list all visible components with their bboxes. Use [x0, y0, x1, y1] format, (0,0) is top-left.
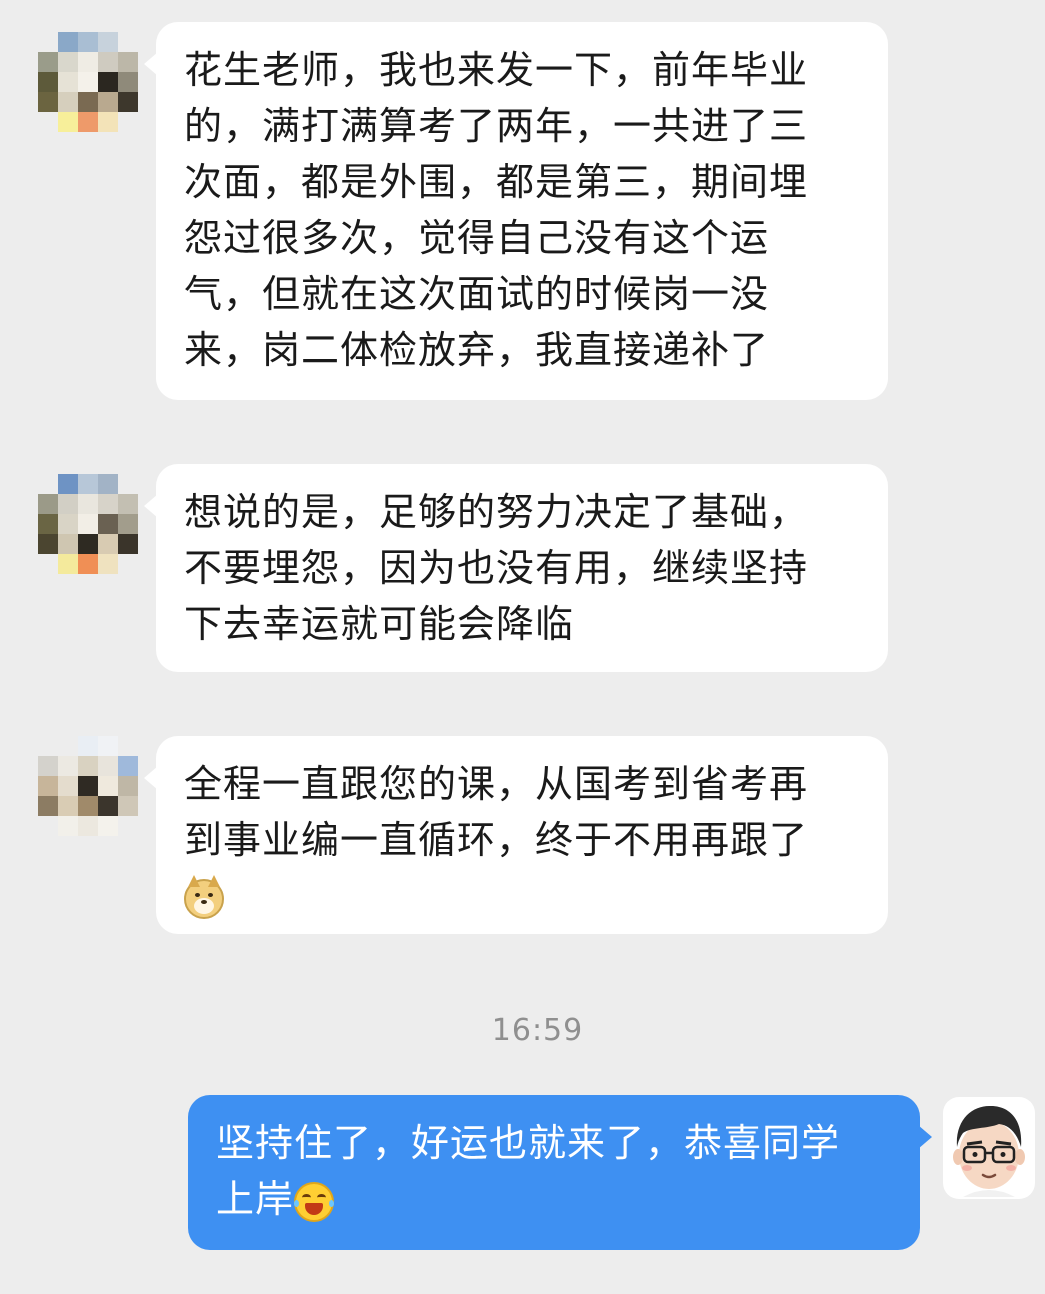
reply-bubble[interactable]: 坚持住了，好运也就来了，恭喜同学 上岸 [188, 1095, 932, 1250]
message-text-line: 的，满打满算考了两年，一共进了三 [184, 104, 809, 148]
message-bubble[interactable]: 花生老师，我也来发一下，前年毕业 的，满打满算考了两年，一共进了三 次面，都是外… [144, 22, 888, 400]
reply-text-line: 坚持住了，好运也就来了，恭喜同学 [216, 1121, 841, 1165]
contact-avatar[interactable] [38, 736, 138, 836]
message-text-line: 气，但就在这次面试的时候岗一没 [184, 272, 770, 316]
bubble-tail [144, 52, 158, 76]
message-bubble[interactable]: 全程一直跟您的课，从国考到省考再 到事业编一直循环，终于不用再跟了 [144, 736, 888, 934]
message-emoji-line [184, 868, 860, 924]
contact-avatar[interactable] [38, 32, 138, 132]
message-bubble[interactable]: 想说的是，足够的努力决定了基础， 不要埋怨，因为也没有用，继续坚持 下去幸运就可… [144, 464, 888, 672]
bubble-tail [144, 766, 158, 790]
bubble-tail [918, 1125, 932, 1149]
bubble-tail [144, 494, 158, 518]
cartoon-man-with-glasses-icon [953, 1105, 1025, 1197]
contact-avatar[interactable] [38, 474, 138, 574]
message-text-line: 花生老师，我也来发一下，前年毕业 [184, 48, 809, 92]
message-text-line: 到事业编一直循环，终于不用再跟了 [184, 818, 809, 862]
reply-text-line: 上岸 [216, 1171, 892, 1227]
message-text-line: 想说的是，足够的努力决定了基础， [184, 490, 809, 534]
message-timestamp: 16:59 [491, 1013, 584, 1048]
message-text-line: 怨过很多次，觉得自己没有这个运 [184, 216, 770, 260]
message-text-line: 次面，都是外围，都是第三，期间埋 [184, 160, 809, 204]
doge-emoji-icon [184, 874, 224, 919]
message-text-line: 下去幸运就可能会降临 [184, 602, 575, 646]
laughing-tears-emoji-icon [294, 1181, 335, 1222]
self-avatar[interactable] [943, 1097, 1035, 1199]
message-text-line: 来，岗二体检放弃，我直接递补了 [184, 328, 770, 372]
message-text-line: 全程一直跟您的课，从国考到省考再 [184, 762, 809, 806]
message-text-line: 不要埋怨，因为也没有用，继续坚持 [184, 546, 809, 590]
